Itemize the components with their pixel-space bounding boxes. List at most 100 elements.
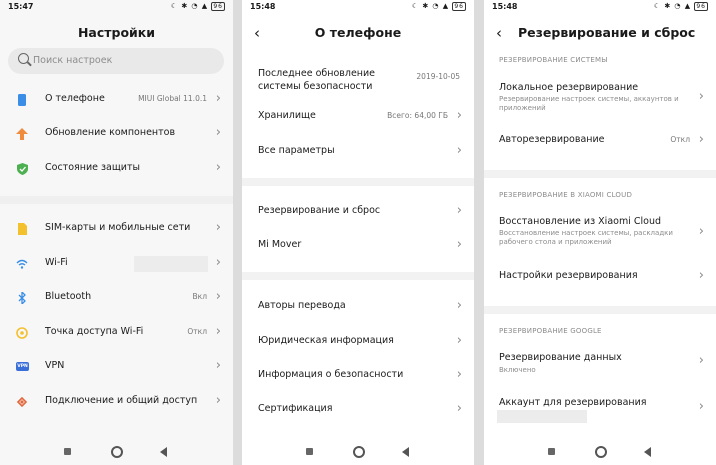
about-item-backup-reset[interactable]: Резервирование и сброс › [242,195,474,229]
navigation-bar [0,439,233,465]
chevron-right-icon: › [215,324,221,339]
recents-button[interactable] [64,448,71,455]
chevron-right-icon: › [215,91,221,106]
item-label: Аккаунт для резервирования [499,397,647,408]
back-button[interactable] [644,447,651,457]
recents-button[interactable] [548,448,555,455]
item-label: VPN [45,360,65,371]
recents-button[interactable] [306,448,313,455]
settings-item-bluetooth[interactable]: Bluetooth Вкл › [0,281,233,315]
search-input[interactable]: Поиск настроек [8,48,224,74]
section-header-xiaomi-cloud: РЕЗЕРВИРОВАНИЕ В XIAOMI CLOUD [499,191,633,199]
auto-backup-item[interactable]: Авторезервирование Откл › [484,124,716,158]
section-divider [484,170,716,178]
about-item-storage[interactable]: Хранилище Всего: 64,00 ГБ › [242,100,474,134]
chevron-right-icon: › [698,89,704,104]
status-time: 15:48 [492,2,518,11]
home-button[interactable] [353,446,365,458]
item-value: 2019-10-05 [416,72,460,81]
chevron-right-icon: › [456,367,462,382]
chevron-right-icon: › [698,399,704,414]
status-icons: ☾ ✱ ◔ ▲ 96 [653,2,708,11]
settings-item-about-phone[interactable]: О телефоне MIUI Global 11.0.1 › [0,83,233,117]
navigation-bar [484,439,716,465]
status-bar: 15:48 ☾ ✱ ◔ ▲ 96 [484,0,716,14]
settings-item-sim-cards[interactable]: SIM-карты и мобильные сети › [0,212,233,246]
item-label: Локальное резервирование [499,82,639,93]
status-time: 15:47 [8,2,34,11]
about-item-legal[interactable]: Юридическая информация › [242,325,474,359]
chevron-right-icon: › [215,125,221,140]
back-arrow-icon[interactable]: ‹ [496,22,502,44]
about-item-certification[interactable]: Сертификация › [242,393,474,427]
phone-icon [16,94,28,106]
chevron-right-icon: › [215,255,221,270]
chevron-right-icon: › [698,268,704,283]
header: ‹ Резервирование и сброс [484,22,716,44]
status-time: 15:48 [250,2,276,11]
page-title: Резервирование и сброс [518,25,696,40]
navigation-bar [242,439,474,465]
chevron-right-icon: › [456,298,462,313]
item-label: Wi-Fi [45,257,68,268]
page-title: Настройки [77,25,156,40]
settings-item-security-status[interactable]: Состояние защиты › [0,152,233,186]
backup-account-item[interactable]: Аккаунт для резервирования › [484,387,716,427]
settings-item-wifi[interactable]: Wi-Fi › [0,247,233,281]
item-label: Авторезервирование [499,134,605,145]
back-button[interactable] [160,447,167,457]
about-item-all-specs[interactable]: Все параметры › [242,135,474,169]
item-label: Точка доступа Wi-Fi [45,326,144,337]
item-label: Юридическая информация [258,335,394,346]
backup-reset-screen: 15:48 ☾ ✱ ◔ ▲ 96 ‹ Резервирование и сбро… [484,0,716,465]
data-backup-item[interactable]: Резервирование данных Включено › [484,343,716,381]
header: ‹ О телефоне [242,22,474,44]
item-value: Вкл [192,292,207,301]
item-label: Хранилище [258,110,316,121]
chevron-right-icon: › [698,132,704,147]
battery-icon: 96 [452,2,466,11]
item-label: Резервирование и сброс [258,205,381,216]
chevron-right-icon: › [215,393,221,408]
settings-item-connection-sharing[interactable]: Подключение и общий доступ › [0,385,233,419]
wifi-icon [16,258,28,270]
settings-item-vpn[interactable]: VPN VPN › [0,350,233,384]
about-item-translators[interactable]: Авторы перевода › [242,290,474,324]
item-label: Обновление компонентов [45,127,176,138]
home-button[interactable] [595,446,607,458]
item-label: Состояние защиты [45,162,141,173]
restore-xiaomi-cloud-item[interactable]: Восстановление из Xiaomi Cloud Восстанов… [484,208,716,258]
status-icons: ☾ ✱ ◔ ▲ 96 [411,2,466,11]
item-label: О телефоне [45,93,105,104]
item-label: Сертификация [258,403,333,414]
about-item-safety-info[interactable]: Информация о безопасности › [242,359,474,393]
settings-item-component-update[interactable]: Обновление компонентов › [0,117,233,151]
back-button[interactable] [402,447,409,457]
item-label: Bluetooth [45,291,92,302]
local-backup-item[interactable]: Локальное резервирование Резервирование … [484,74,716,122]
about-item-mi-mover[interactable]: Mi Mover › [242,229,474,263]
item-label: Восстановление из Xiaomi Cloud [499,216,661,227]
chevron-right-icon: › [456,108,462,123]
status-bar: 15:48 ☾ ✱ ◔ ▲ 96 [242,0,474,14]
section-divider [0,196,233,204]
item-label: Резервирование данных [499,352,622,363]
settings-item-hotspot[interactable]: Точка доступа Wi-Fi Откл › [0,316,233,350]
item-label: Информация о безопасности [258,369,404,380]
share-icon [16,396,28,408]
item-label: Последнее обновление системы безопасност… [258,68,376,92]
chevron-right-icon: › [215,160,221,175]
battery-icon: 96 [694,2,708,11]
settings-screen: 15:47 ☾ ✱ ◔ ▲ 96 Настройки Поиск настрое… [0,0,233,465]
item-value: MIUI Global 11.0.1 [138,94,207,103]
item-label: Mi Mover [258,239,302,250]
hotspot-icon [16,327,28,339]
backup-settings-item[interactable]: Настройки резервирования › [484,260,716,294]
back-arrow-icon[interactable]: ‹ [254,22,260,44]
section-divider [242,272,474,280]
home-button[interactable] [111,446,123,458]
status-bar: 15:47 ☾ ✱ ◔ ▲ 96 [0,0,233,14]
about-item-security-update[interactable]: Последнее обновление системы безопасност… [242,60,474,100]
redacted-account-email [497,410,587,423]
chevron-right-icon: › [456,203,462,218]
